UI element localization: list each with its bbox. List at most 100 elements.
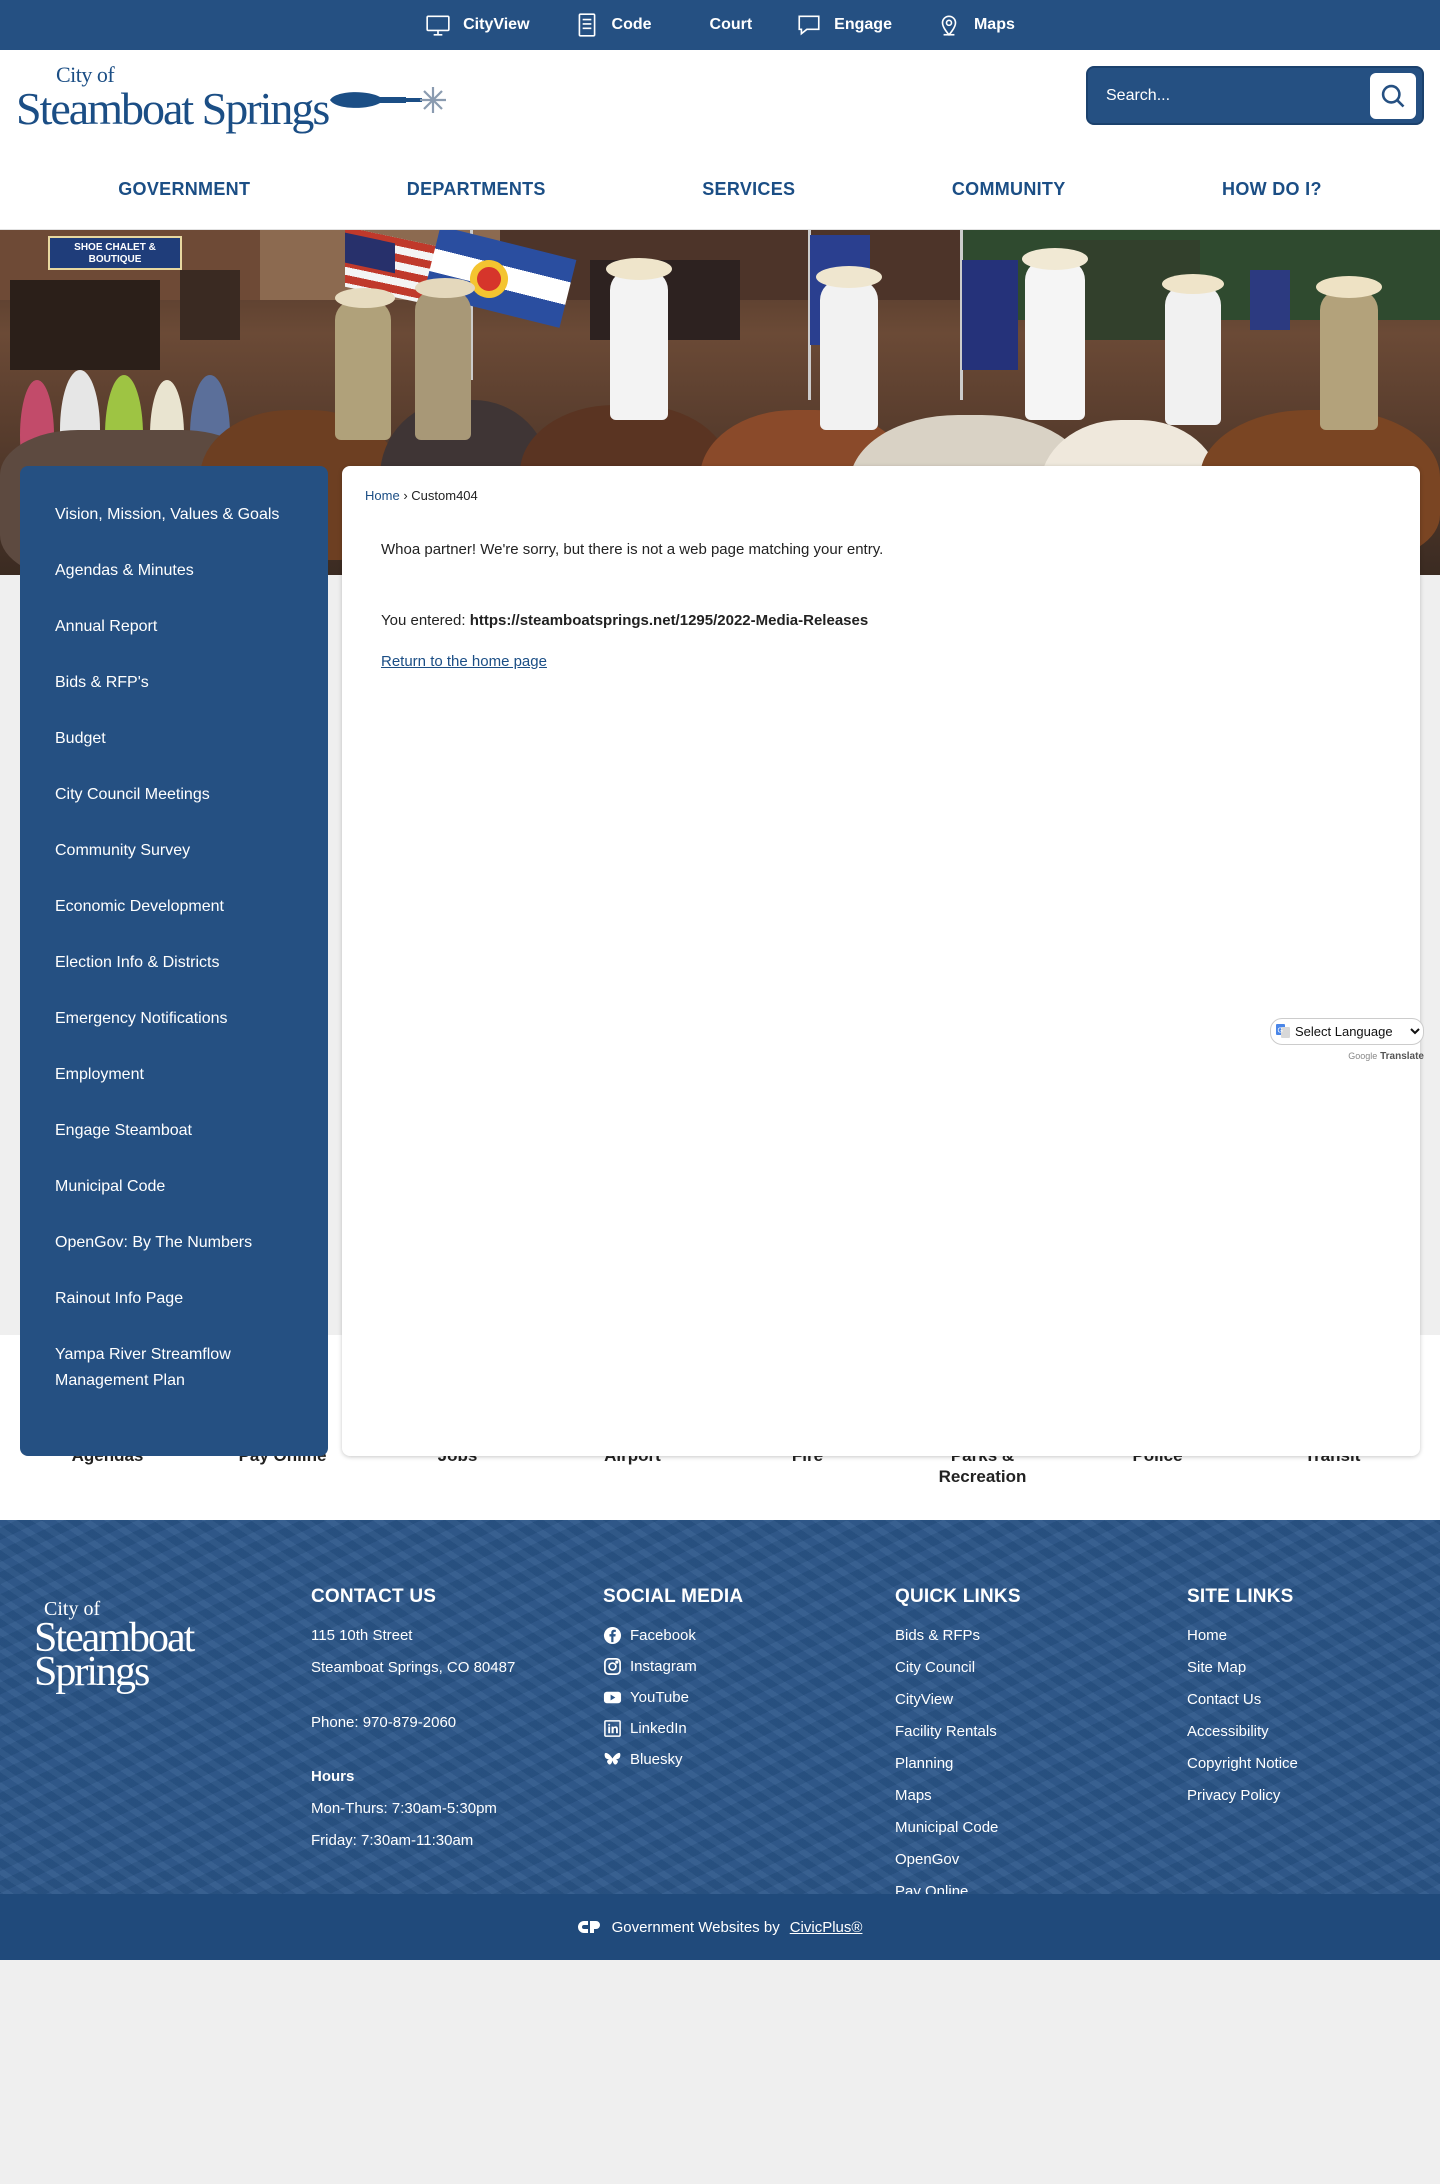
- facebook-icon: [603, 1626, 622, 1645]
- footer-quick-link[interactable]: CityView: [895, 1684, 1021, 1716]
- utility-link-cityview[interactable]: CityView: [425, 12, 530, 38]
- sidebar-item-community-survey[interactable]: Community Survey: [20, 838, 328, 864]
- footer-social-label: YouTube: [630, 1689, 689, 1706]
- nav-community[interactable]: COMMUNITY: [952, 179, 1066, 200]
- sidebar-item-emergency-notifications[interactable]: Emergency Notifications: [20, 1006, 328, 1032]
- footer-social-label: LinkedIn: [630, 1720, 687, 1737]
- sidebar-item-vision[interactable]: Vision, Mission, Values & Goals: [20, 502, 328, 528]
- search-icon: [1381, 84, 1405, 107]
- civicplus-link[interactable]: CivicPlus®: [790, 1919, 863, 1936]
- footer-bluesky-link[interactable]: Bluesky: [603, 1744, 743, 1775]
- sidebar-item-annual-report[interactable]: Annual Report: [20, 614, 328, 640]
- sidebar-item-engage-steamboat[interactable]: Engage Steamboat: [20, 1118, 328, 1144]
- site-logo[interactable]: City of Steamboat Springs: [16, 60, 452, 140]
- sidebar-navigation: Vision, Mission, Values & Goals Agendas …: [20, 466, 328, 1456]
- content-area: Vision, Mission, Values & Goals Agendas …: [0, 466, 1440, 1456]
- youtube-icon: [603, 1691, 622, 1704]
- google-translate-widget: G Select Language Google Translate: [1270, 1018, 1424, 1062]
- utility-link-label: Engage: [834, 16, 892, 33]
- sidebar-item-bids-rfps[interactable]: Bids & RFP's: [20, 670, 328, 696]
- return-home-link[interactable]: Return to the home page: [381, 653, 547, 670]
- footer-logo[interactable]: City of Steamboat Springs: [34, 1598, 195, 1693]
- footer-linkedin-link[interactable]: LinkedIn: [603, 1713, 743, 1744]
- sidebar-item-rainout-info[interactable]: Rainout Info Page: [20, 1286, 328, 1312]
- bluesky-icon: [604, 1752, 621, 1765]
- footer-social-title: SOCIAL MEDIA: [603, 1586, 744, 1607]
- footer-quick-links: QUICK LINKS Bids & RFPs City Council Cit…: [895, 1586, 1021, 1908]
- sidebar-item-city-council-meetings[interactable]: City Council Meetings: [20, 782, 328, 808]
- search-box: [1086, 66, 1424, 125]
- svg-text:G: G: [1278, 1028, 1283, 1035]
- entered-url-line: You entered: https://steamboatsprings.ne…: [381, 612, 1420, 629]
- powered-by-google: Google Translate: [1270, 1051, 1424, 1062]
- footer-site-link[interactable]: Home: [1187, 1620, 1298, 1652]
- utility-link-maps[interactable]: Maps: [936, 12, 1015, 38]
- utility-link-label: Code: [611, 16, 652, 33]
- main-content-card: Home › Custom404 Whoa partner! We're sor…: [342, 466, 1420, 1456]
- footer-quick-link[interactable]: Maps: [895, 1780, 1021, 1812]
- footer-quick-link[interactable]: Planning: [895, 1748, 1021, 1780]
- powered-google: Google: [1348, 1051, 1378, 1061]
- search-button[interactable]: [1370, 72, 1416, 119]
- footer-site-links: SITE LINKS Home Site Map Contact Us Acce…: [1187, 1586, 1298, 1812]
- sidebar-item-budget[interactable]: Budget: [20, 726, 328, 752]
- utility-link-label: Court: [709, 16, 753, 33]
- entered-url: https://steamboatsprings.net/1295/2022-M…: [469, 612, 869, 629]
- nav-how-do-i[interactable]: HOW DO I?: [1222, 179, 1322, 200]
- logo-name: Steamboat Springs: [16, 83, 330, 134]
- sidebar-item-economic-development[interactable]: Economic Development: [20, 894, 328, 920]
- footer-quick-link[interactable]: Municipal Code: [895, 1812, 1021, 1844]
- breadcrumb-home-link[interactable]: Home: [365, 488, 400, 503]
- footer-quick-link[interactable]: Bids & RFPs: [895, 1620, 1021, 1652]
- search-input[interactable]: [1106, 86, 1370, 105]
- nav-government[interactable]: GOVERNMENT: [118, 179, 250, 200]
- footer-quick-link[interactable]: OpenGov: [895, 1844, 1021, 1876]
- breadcrumb: Home › Custom404: [365, 488, 1420, 503]
- site-header: City of Steamboat Springs: [0, 50, 1440, 150]
- nav-services[interactable]: SERVICES: [702, 179, 795, 200]
- breadcrumb-separator: ›: [403, 488, 408, 503]
- sidebar-item-employment[interactable]: Employment: [20, 1062, 328, 1088]
- footer-quick-link[interactable]: Facility Rentals: [895, 1716, 1021, 1748]
- utility-link-court[interactable]: Court: [696, 16, 753, 34]
- sidebar-item-opengov[interactable]: OpenGov: By The Numbers: [20, 1230, 328, 1256]
- footer-contact-title: CONTACT US: [311, 1586, 437, 1607]
- footer-site-link[interactable]: Copyright Notice: [1187, 1748, 1298, 1780]
- sidebar-item-municipal-code[interactable]: Municipal Code: [20, 1174, 328, 1200]
- nav-departments[interactable]: DEPARTMENTS: [407, 179, 546, 200]
- powered-translate[interactable]: Translate: [1380, 1051, 1424, 1062]
- footer-site-link[interactable]: Site Map: [1187, 1652, 1298, 1684]
- footer-hours2: Friday: 7:30am-11:30am: [311, 1832, 474, 1849]
- footer-social: SOCIAL MEDIA Facebook Instagram YouTube …: [603, 1586, 743, 1775]
- footer-social-label: Instagram: [630, 1658, 697, 1675]
- site-footer: City of Steamboat Springs CONTACT US 115…: [0, 1520, 1440, 1960]
- utility-link-engage[interactable]: Engage: [796, 12, 892, 38]
- footer-site-link[interactable]: Accessibility: [1187, 1716, 1298, 1748]
- footer-hours-title: Hours: [311, 1768, 355, 1785]
- main-navigation: GOVERNMENT DEPARTMENTS SERVICES COMMUNIT…: [0, 150, 1440, 230]
- utility-link-code[interactable]: Code: [574, 12, 652, 38]
- footer-bottom-text: Government Websites by: [611, 1918, 780, 1936]
- footer-site-link[interactable]: Contact Us: [1187, 1684, 1298, 1716]
- footer-site-link[interactable]: Privacy Policy: [1187, 1780, 1298, 1812]
- language-select[interactable]: Select Language: [1270, 1018, 1424, 1045]
- monitor-icon: [426, 15, 450, 36]
- footer-hours1: Mon-Thurs: 7:30am-5:30pm: [311, 1800, 497, 1817]
- linkedin-icon: [604, 1720, 621, 1737]
- footer-quick-link[interactable]: City Council: [895, 1652, 1021, 1684]
- civicplus-logo-icon: [577, 1921, 600, 1933]
- footer-address1: 115 10th Street: [311, 1627, 413, 1644]
- footer-facebook-link[interactable]: Facebook: [603, 1620, 743, 1651]
- logo-city-of: City of: [56, 62, 115, 87]
- utility-link-label: Maps: [973, 16, 1015, 33]
- footer-youtube-link[interactable]: YouTube: [603, 1682, 743, 1713]
- sidebar-item-agendas-minutes[interactable]: Agendas & Minutes: [20, 558, 328, 584]
- utility-bar: CityView Code Court Engage Maps: [0, 0, 1440, 50]
- footer-site-title: SITE LINKS: [1187, 1586, 1294, 1607]
- sidebar-item-yampa-river[interactable]: Yampa River Streamflow Management Plan: [20, 1342, 328, 1394]
- footer-bottom-bar: Government Websites by CivicPlus®: [0, 1894, 1440, 1960]
- footer-instagram-link[interactable]: Instagram: [603, 1651, 743, 1682]
- footer-social-label: Facebook: [630, 1627, 696, 1644]
- map-pin-icon: [941, 15, 957, 36]
- sidebar-item-election-info[interactable]: Election Info & Districts: [20, 950, 328, 976]
